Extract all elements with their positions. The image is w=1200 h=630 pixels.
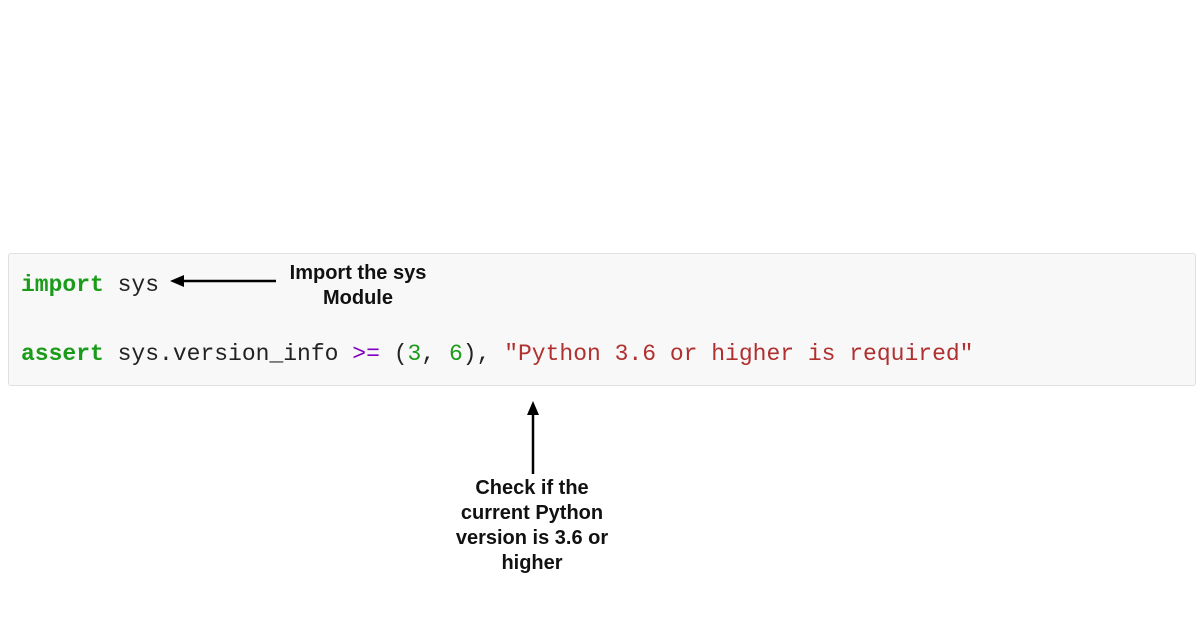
blank-line [21,303,1183,337]
arg-comma: , [477,341,491,367]
space-after-op [380,341,394,367]
operator-gte: >= [352,341,380,367]
tuple-comma-1: , [421,341,435,367]
arrow-up-icon [524,401,542,474]
number-6: 6 [449,341,463,367]
keyword-import: import [21,272,104,298]
code-line-2: assert sys.version_info >= (3, 6), "Pyth… [21,337,1183,372]
space-2 [490,341,504,367]
annotation-assert: Check if thecurrent Pythonversion is 3.6… [442,476,622,576]
space-1 [435,341,449,367]
expression-prefix: sys.version_info [104,341,352,367]
error-message-string: "Python 3.6 or higher is required" [504,341,973,367]
module-name: sys [104,272,159,298]
number-3: 3 [408,341,422,367]
arrow-left-icon [170,272,276,290]
annotation-import: Import the sysModule [278,261,438,311]
paren-close: ) [463,341,477,367]
keyword-assert: assert [21,341,104,367]
paren-open: ( [394,341,408,367]
